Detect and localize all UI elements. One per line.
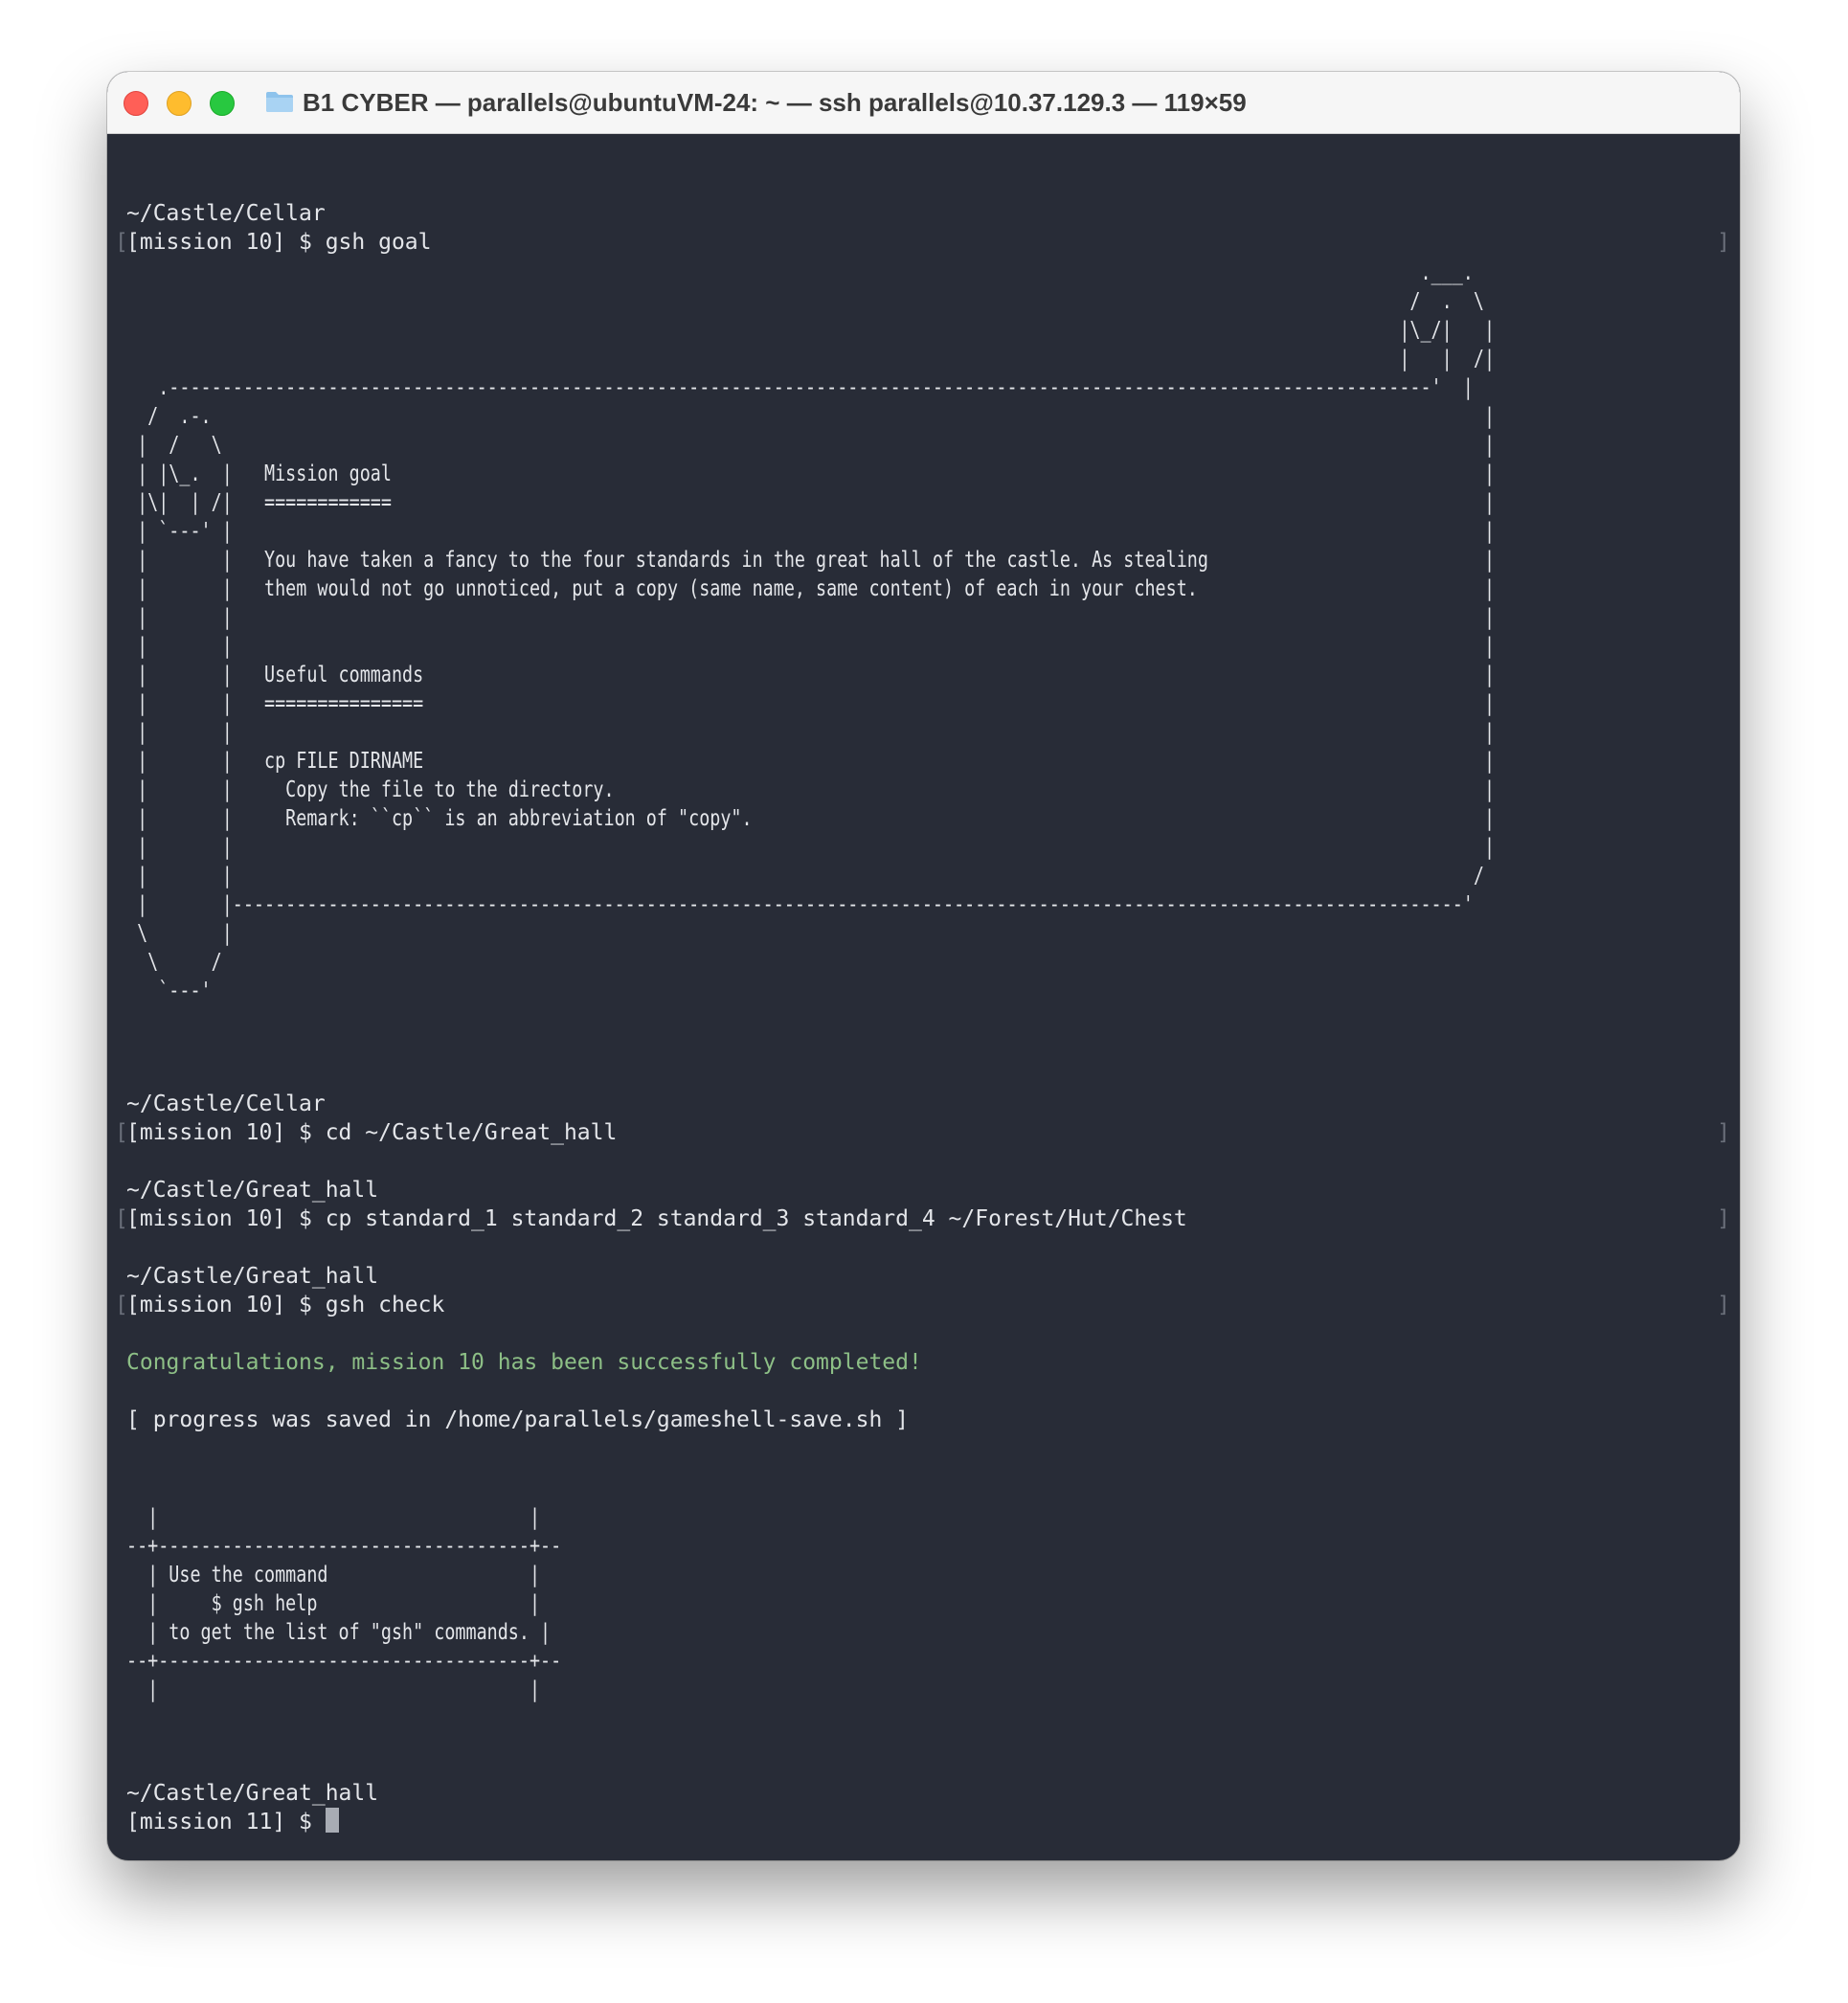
right-bracket: ] — [1717, 230, 1730, 255]
path-line: ~/Castle/Great_hall — [126, 1264, 379, 1289]
prompt-line: [mission 10] $ gsh goal — [126, 230, 432, 255]
prompt-line: [mission 10] $ cp standard_1 standard_2 … — [126, 1206, 1187, 1231]
success-message: Congratulations, mission 10 has been suc… — [126, 1350, 922, 1375]
path-line: ~/Castle/Cellar — [126, 1092, 326, 1116]
folder-icon — [266, 92, 293, 112]
right-bracket: ] — [1717, 1120, 1730, 1145]
prompt-line: [mission 10] $ gsh check — [126, 1293, 445, 1317]
window-title: B1 CYBER — parallels@ubuntuVM-24: ~ — ss… — [303, 88, 1247, 117]
text-cursor — [325, 1808, 339, 1833]
maximize-button[interactable] — [210, 91, 235, 116]
mission-goal-scroll: .___. / . \ |\_/| | | | /| .------------… — [137, 260, 1496, 1003]
help-box: | | --+---------------------------------… — [126, 1505, 562, 1702]
path-line: ~/Castle/Great_hall — [126, 1178, 379, 1203]
maximize-icon — [211, 92, 234, 115]
title-bar[interactable]: B1 CYBER — parallels@ubuntuVM-24: ~ — ss… — [107, 72, 1740, 134]
path-line: ~/Castle/Cellar — [126, 201, 326, 226]
right-bracket: ] — [1717, 1206, 1730, 1231]
right-bracket: ] — [1717, 1293, 1730, 1317]
minimize-button[interactable] — [167, 91, 192, 116]
terminal-window: B1 CYBER — parallels@ubuntuVM-24: ~ — ss… — [107, 72, 1740, 1860]
current-prompt[interactable]: [mission 11] $ — [126, 1808, 339, 1836]
prompt-line: [mission 10] $ cd ~/Castle/Great_hall — [126, 1120, 618, 1145]
progress-message: [ progress was saved in /home/parallels/… — [126, 1407, 909, 1432]
path-line: ~/Castle/Great_hall — [126, 1781, 379, 1806]
minimize-icon — [168, 92, 191, 115]
close-button[interactable] — [124, 91, 148, 116]
prompt-text: [mission 11] $ — [126, 1810, 326, 1834]
terminal-content[interactable]: ~/Castle/Cellar [ [mission 10] $ gsh goa… — [107, 134, 1740, 1860]
close-icon — [124, 92, 147, 115]
